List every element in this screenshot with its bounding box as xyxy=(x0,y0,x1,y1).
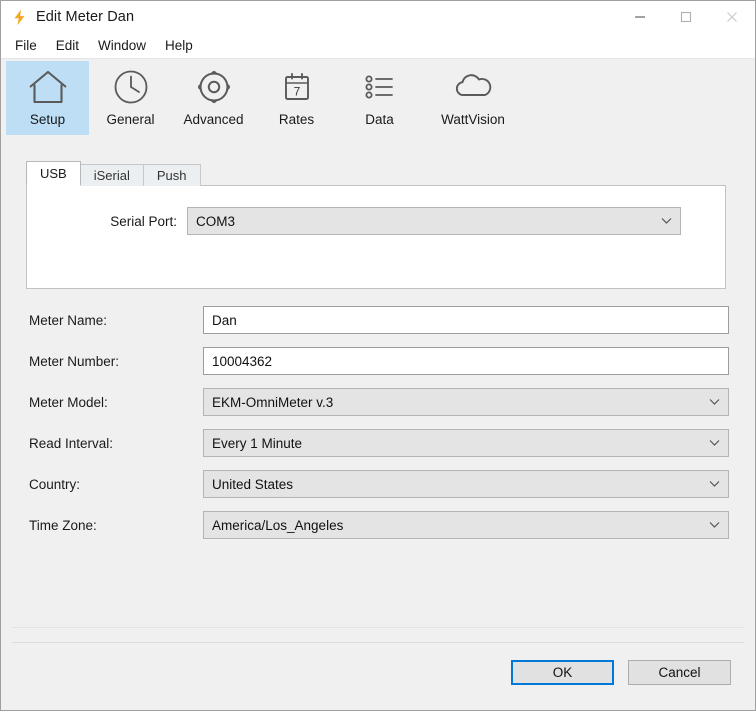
toolbar-label-wattvision: WattVision xyxy=(441,112,505,127)
meter-model-field: EKM-OmniMeter v.3 xyxy=(203,388,729,416)
usb-tab-panel: Serial Port: COM3 xyxy=(26,185,726,289)
footer-top-edge xyxy=(12,627,744,628)
meter-number-field: 10004362 xyxy=(203,347,729,375)
meter-name-value: Dan xyxy=(212,313,237,328)
country-select[interactable]: United States xyxy=(203,470,729,498)
maximize-icon[interactable] xyxy=(663,1,709,33)
close-icon[interactable] xyxy=(709,1,755,33)
toolbar-label-general: General xyxy=(106,112,154,127)
ok-button-label: OK xyxy=(553,665,573,680)
tab-usb-label: USB xyxy=(40,166,67,181)
time-zone-label: Time Zone: xyxy=(29,518,203,533)
country-field: United States xyxy=(203,470,729,498)
serial-port-field: COM3 xyxy=(187,207,681,235)
home-icon xyxy=(25,63,71,111)
time-zone-value: America/Los_Angeles xyxy=(212,518,706,533)
meter-model-value: EKM-OmniMeter v.3 xyxy=(212,395,706,410)
ok-button[interactable]: OK xyxy=(511,660,614,685)
meter-number-value: 10004362 xyxy=(212,354,272,369)
cancel-button[interactable]: Cancel xyxy=(628,660,731,685)
meter-model-select[interactable]: EKM-OmniMeter v.3 xyxy=(203,388,729,416)
toolbar-button-general[interactable]: General xyxy=(89,61,172,135)
tab-usb[interactable]: USB xyxy=(26,161,81,186)
minimize-icon[interactable] xyxy=(617,1,663,33)
form-row-time-zone: Time Zone: America/Los_Angeles xyxy=(29,511,729,539)
tab-iserial[interactable]: iSerial xyxy=(80,164,144,186)
lightning-bolt-icon xyxy=(10,8,28,26)
list-icon xyxy=(356,63,404,111)
connection-tabs: USB iSerial Push xyxy=(26,161,201,186)
form-row-meter-number: Meter Number: 10004362 xyxy=(29,347,729,375)
toolbar-button-data[interactable]: Data xyxy=(338,61,421,135)
serial-port-label: Serial Port: xyxy=(27,214,187,229)
window-controls xyxy=(617,1,755,33)
tab-push[interactable]: Push xyxy=(143,164,201,186)
toolbar-label-data: Data xyxy=(365,112,394,127)
toolbar-button-wattvision[interactable]: WattVision xyxy=(421,61,525,135)
form-row-read-interval: Read Interval: Every 1 Minute xyxy=(29,429,729,457)
time-zone-field: America/Los_Angeles xyxy=(203,511,729,539)
window-title: Edit Meter Dan xyxy=(36,9,134,25)
chevron-down-icon xyxy=(706,398,722,406)
chevron-down-icon xyxy=(706,521,722,529)
meter-name-label: Meter Name: xyxy=(29,313,203,328)
form-row-meter-model: Meter Model: EKM-OmniMeter v.3 xyxy=(29,388,729,416)
toolbar-label-advanced: Advanced xyxy=(183,112,243,127)
chevron-down-icon xyxy=(706,480,722,488)
chevron-down-icon xyxy=(658,217,674,225)
titlebar: Edit Meter Dan xyxy=(1,1,755,33)
serial-port-select[interactable]: COM3 xyxy=(187,207,681,235)
toolbar-label-rates: Rates xyxy=(279,112,314,127)
svg-text:7: 7 xyxy=(293,85,300,99)
chevron-down-icon xyxy=(706,439,722,447)
toolbar-button-advanced[interactable]: Advanced xyxy=(172,61,255,135)
tab-push-label: Push xyxy=(157,168,187,183)
clock-icon xyxy=(109,63,153,111)
cancel-button-label: Cancel xyxy=(658,665,700,680)
meter-number-label: Meter Number: xyxy=(29,354,203,369)
read-interval-select[interactable]: Every 1 Minute xyxy=(203,429,729,457)
edit-meter-window: Edit Meter Dan File Edit Window Help xyxy=(0,0,756,711)
tab-iserial-label: iSerial xyxy=(94,168,130,183)
serial-port-value: COM3 xyxy=(196,214,658,229)
read-interval-field: Every 1 Minute xyxy=(203,429,729,457)
read-interval-label: Read Interval: xyxy=(29,436,203,451)
serial-port-row: Serial Port: COM3 xyxy=(27,207,725,235)
menu-item-window[interactable]: Window xyxy=(90,36,154,55)
country-label: Country: xyxy=(29,477,203,492)
meter-model-label: Meter Model: xyxy=(29,395,203,410)
meter-number-input[interactable]: 10004362 xyxy=(203,347,729,375)
form-row-country: Country: United States xyxy=(29,470,729,498)
cloud-icon xyxy=(447,63,499,111)
country-value: United States xyxy=(212,477,706,492)
menu-item-file[interactable]: File xyxy=(7,36,45,55)
toolbar: Setup General Advan xyxy=(1,59,755,137)
menu-item-edit[interactable]: Edit xyxy=(48,36,87,55)
footer: OK Cancel xyxy=(1,643,755,710)
time-zone-select[interactable]: America/Los_Angeles xyxy=(203,511,729,539)
calendar-icon: 7 xyxy=(275,63,319,111)
toolbar-button-rates[interactable]: 7 Rates xyxy=(255,61,338,135)
gear-icon xyxy=(192,63,236,111)
toolbar-button-setup[interactable]: Setup xyxy=(6,61,89,135)
menubar: File Edit Window Help xyxy=(1,33,755,59)
form-row-meter-name: Meter Name: Dan xyxy=(29,306,729,334)
meter-form: Meter Name: Dan Meter Number: 10004362 M… xyxy=(29,306,729,552)
read-interval-value: Every 1 Minute xyxy=(212,436,706,451)
menu-item-help[interactable]: Help xyxy=(157,36,201,55)
meter-name-input[interactable]: Dan xyxy=(203,306,729,334)
meter-name-field: Dan xyxy=(203,306,729,334)
toolbar-label-setup: Setup xyxy=(30,112,65,127)
